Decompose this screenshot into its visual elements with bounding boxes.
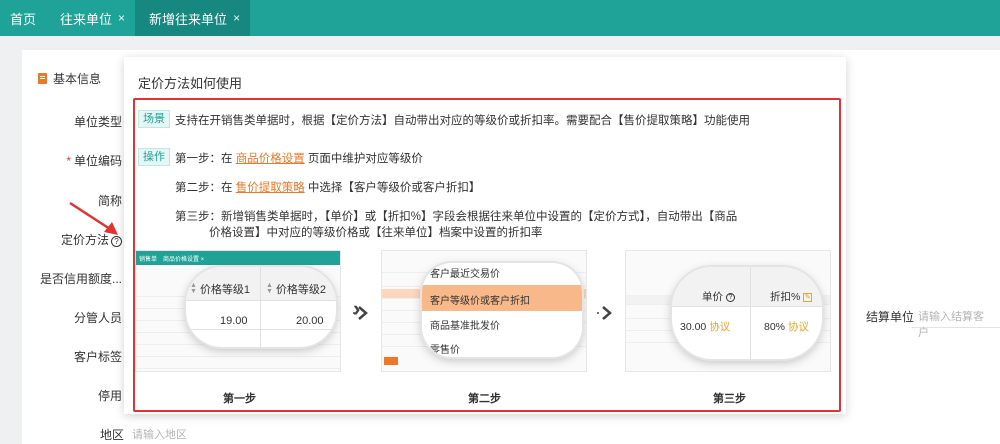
popover-title: 定价方法如何使用 bbox=[138, 76, 243, 91]
step1-post: 页面中维护对应等级价 bbox=[304, 153, 423, 165]
price-level-2-header-text: 价格等级2 bbox=[275, 284, 327, 296]
option-level-or-discount: 客户等级价或客户折扣 bbox=[430, 296, 530, 307]
price-level-1-header: ▲ ▼ 价格等级1 bbox=[190, 281, 250, 297]
mini-button bbox=[384, 357, 398, 365]
zoom-bubble-step3: 单价 ? 折扣% ✎ 30.00 协议 80% 协议 bbox=[672, 267, 822, 359]
option-retail-price: 零售价 bbox=[430, 345, 460, 356]
step2-screenshot: 客户最近交易价 客户等级价或客户折扣 商品基准批发价 零售价 bbox=[381, 250, 587, 372]
step1-text: 第一步：在 商品价格设置 页面中维护对应等级价 bbox=[175, 150, 423, 166]
option-recent-price: 客户最近交易价 bbox=[430, 269, 500, 280]
step3-text-line2: 价格设置】中对应的等级价格或【往来单位】档案中设置的折扣率 bbox=[209, 227, 543, 239]
label-disabled: 停用 bbox=[97, 389, 122, 403]
agreement-badge: 协议 bbox=[709, 321, 731, 333]
mini-tab-bar: 销售单 商品价格设置 × bbox=[136, 251, 340, 265]
zoom-bubble-step2: 客户最近交易价 客户等级价或客户折扣 商品基准批发价 零售价 bbox=[422, 263, 582, 357]
price-level-1-header-text: 价格等级1 bbox=[199, 284, 251, 296]
tab-partner-units[interactable]: 往来单位 × bbox=[50, 0, 135, 36]
close-icon[interactable]: × bbox=[118, 11, 125, 25]
mini-row bbox=[136, 359, 340, 369]
region-input[interactable]: 请输入地区 bbox=[132, 426, 187, 442]
help-icon: ? bbox=[725, 293, 735, 302]
mini-tab: 销售单 bbox=[139, 256, 158, 263]
step3-text-line1: 第三步：新增销售类单据时，【单价】或【折扣%】字段会根据往来单位中设置的【定价方… bbox=[175, 211, 738, 223]
step3-label: 第三步 bbox=[713, 393, 746, 405]
agreement-badge: 协议 bbox=[788, 321, 810, 333]
red-arrow-icon bbox=[69, 201, 118, 235]
settlement-unit-input[interactable]: 请输入结算客户 bbox=[912, 300, 1000, 339]
scene-text: 支持在开销售类单据时，根据【定价方法】自动带出对应的等级价或折扣率。需要配合【售… bbox=[175, 115, 750, 127]
label-unit-code: * 单位编码 bbox=[2, 152, 122, 169]
step2-post: 中选择【客户等级价或客户折扣】 bbox=[304, 182, 481, 194]
label-unit-code-text: 单位编码 bbox=[73, 154, 122, 168]
label-settlement-unit: 结算单位 bbox=[866, 310, 915, 324]
label-region: 地区 bbox=[100, 428, 125, 442]
required-mark: * bbox=[66, 154, 71, 168]
sort-icon: ▲ ▼ bbox=[190, 282, 197, 295]
unit-price-header: 单价 ? bbox=[702, 289, 735, 304]
operation-tag: 操作 bbox=[138, 148, 170, 166]
discount-header: 折扣% ✎ bbox=[770, 289, 813, 304]
arrow-right-icon bbox=[353, 306, 368, 320]
tab-partner-units-label: 往来单位 bbox=[60, 11, 113, 27]
step1-pre: 第一步：在 bbox=[175, 153, 236, 165]
step1-label: 第一步 bbox=[223, 393, 256, 405]
product-price-settings-link[interactable]: 商品价格设置 bbox=[236, 153, 305, 165]
top-tab-bar: 首页 往来单位 × 新增往来单位 × bbox=[0, 0, 1000, 36]
sort-icon: ▲ ▼ bbox=[266, 282, 273, 295]
edit-icon: ✎ bbox=[803, 293, 813, 302]
discount-value: 80% 协议 bbox=[764, 319, 809, 334]
unit-price-value: 30.00 协议 bbox=[680, 319, 730, 334]
option-base-wholesale: 商品基准批发价 bbox=[430, 321, 500, 332]
step2-text: 第二步：在 售价提取策略 中选择【客户等级价或客户折扣】 bbox=[175, 179, 480, 195]
step2-label: 第二步 bbox=[468, 393, 501, 405]
unit-price-value-text: 30.00 bbox=[680, 321, 707, 333]
pricing-help-popover: 定价方法如何使用 场景 支持在开销售类单据时，根据【定价方法】自动带出对应的等级… bbox=[124, 57, 846, 414]
bubble-divider bbox=[260, 267, 261, 347]
price-level-1-value: 19.00 bbox=[220, 315, 248, 327]
discount-header-text: 折扣% bbox=[770, 291, 801, 303]
zoom-bubble-step1: ▲ ▼ 价格等级1 ▲ ▼ 价格等级2 19.00 20.00 bbox=[186, 267, 336, 347]
bubble-divider bbox=[750, 267, 751, 359]
label-credit-limit: 是否信用额度... bbox=[39, 272, 122, 286]
tab-new-partner-unit-label: 新增往来单位 bbox=[149, 11, 228, 27]
step3-screenshot: 单价 ? 折扣% ✎ 30.00 协议 80% 协议 bbox=[625, 250, 831, 372]
arrow-right-icon bbox=[597, 306, 612, 320]
label-unit-type: 单位类型 bbox=[73, 115, 122, 129]
scene-tag: 场景 bbox=[138, 110, 170, 128]
mini-row bbox=[136, 347, 340, 357]
tab-new-partner-unit[interactable]: 新增往来单位 × bbox=[135, 0, 251, 36]
section-title-text: 基本信息 bbox=[53, 72, 102, 86]
mini-tab: 商品价格设置 × bbox=[163, 256, 205, 263]
document-icon bbox=[38, 73, 47, 84]
step1-screenshot: 销售单 商品价格设置 × ▲ ▼ 价格等级1 ▲ ▼ 价格等级2 19.00 20.00 bbox=[135, 250, 341, 372]
price-level-2-header: ▲ ▼ 价格等级2 bbox=[266, 281, 326, 297]
tab-home-label: 首页 bbox=[10, 11, 37, 27]
close-icon[interactable]: × bbox=[233, 11, 240, 25]
label-manager: 分管人员 bbox=[73, 311, 122, 325]
price-level-2-value: 20.00 bbox=[296, 315, 324, 327]
step2-pre: 第二步：在 bbox=[175, 182, 236, 194]
discount-value-text: 80% bbox=[764, 321, 786, 333]
mini-row bbox=[626, 257, 830, 267]
tab-home[interactable]: 首页 bbox=[0, 0, 50, 36]
label-customer-tag: 客户标签 bbox=[73, 350, 122, 364]
price-extraction-strategy-link[interactable]: 售价提取策略 bbox=[236, 182, 305, 194]
bubble-divider bbox=[186, 329, 336, 330]
section-title: 基本信息 bbox=[38, 70, 101, 87]
unit-price-header-text: 单价 bbox=[702, 291, 723, 303]
highlight-box: 场景 支持在开销售类单据时，根据【定价方法】自动带出对应的等级价或折扣率。需要配… bbox=[133, 98, 841, 412]
